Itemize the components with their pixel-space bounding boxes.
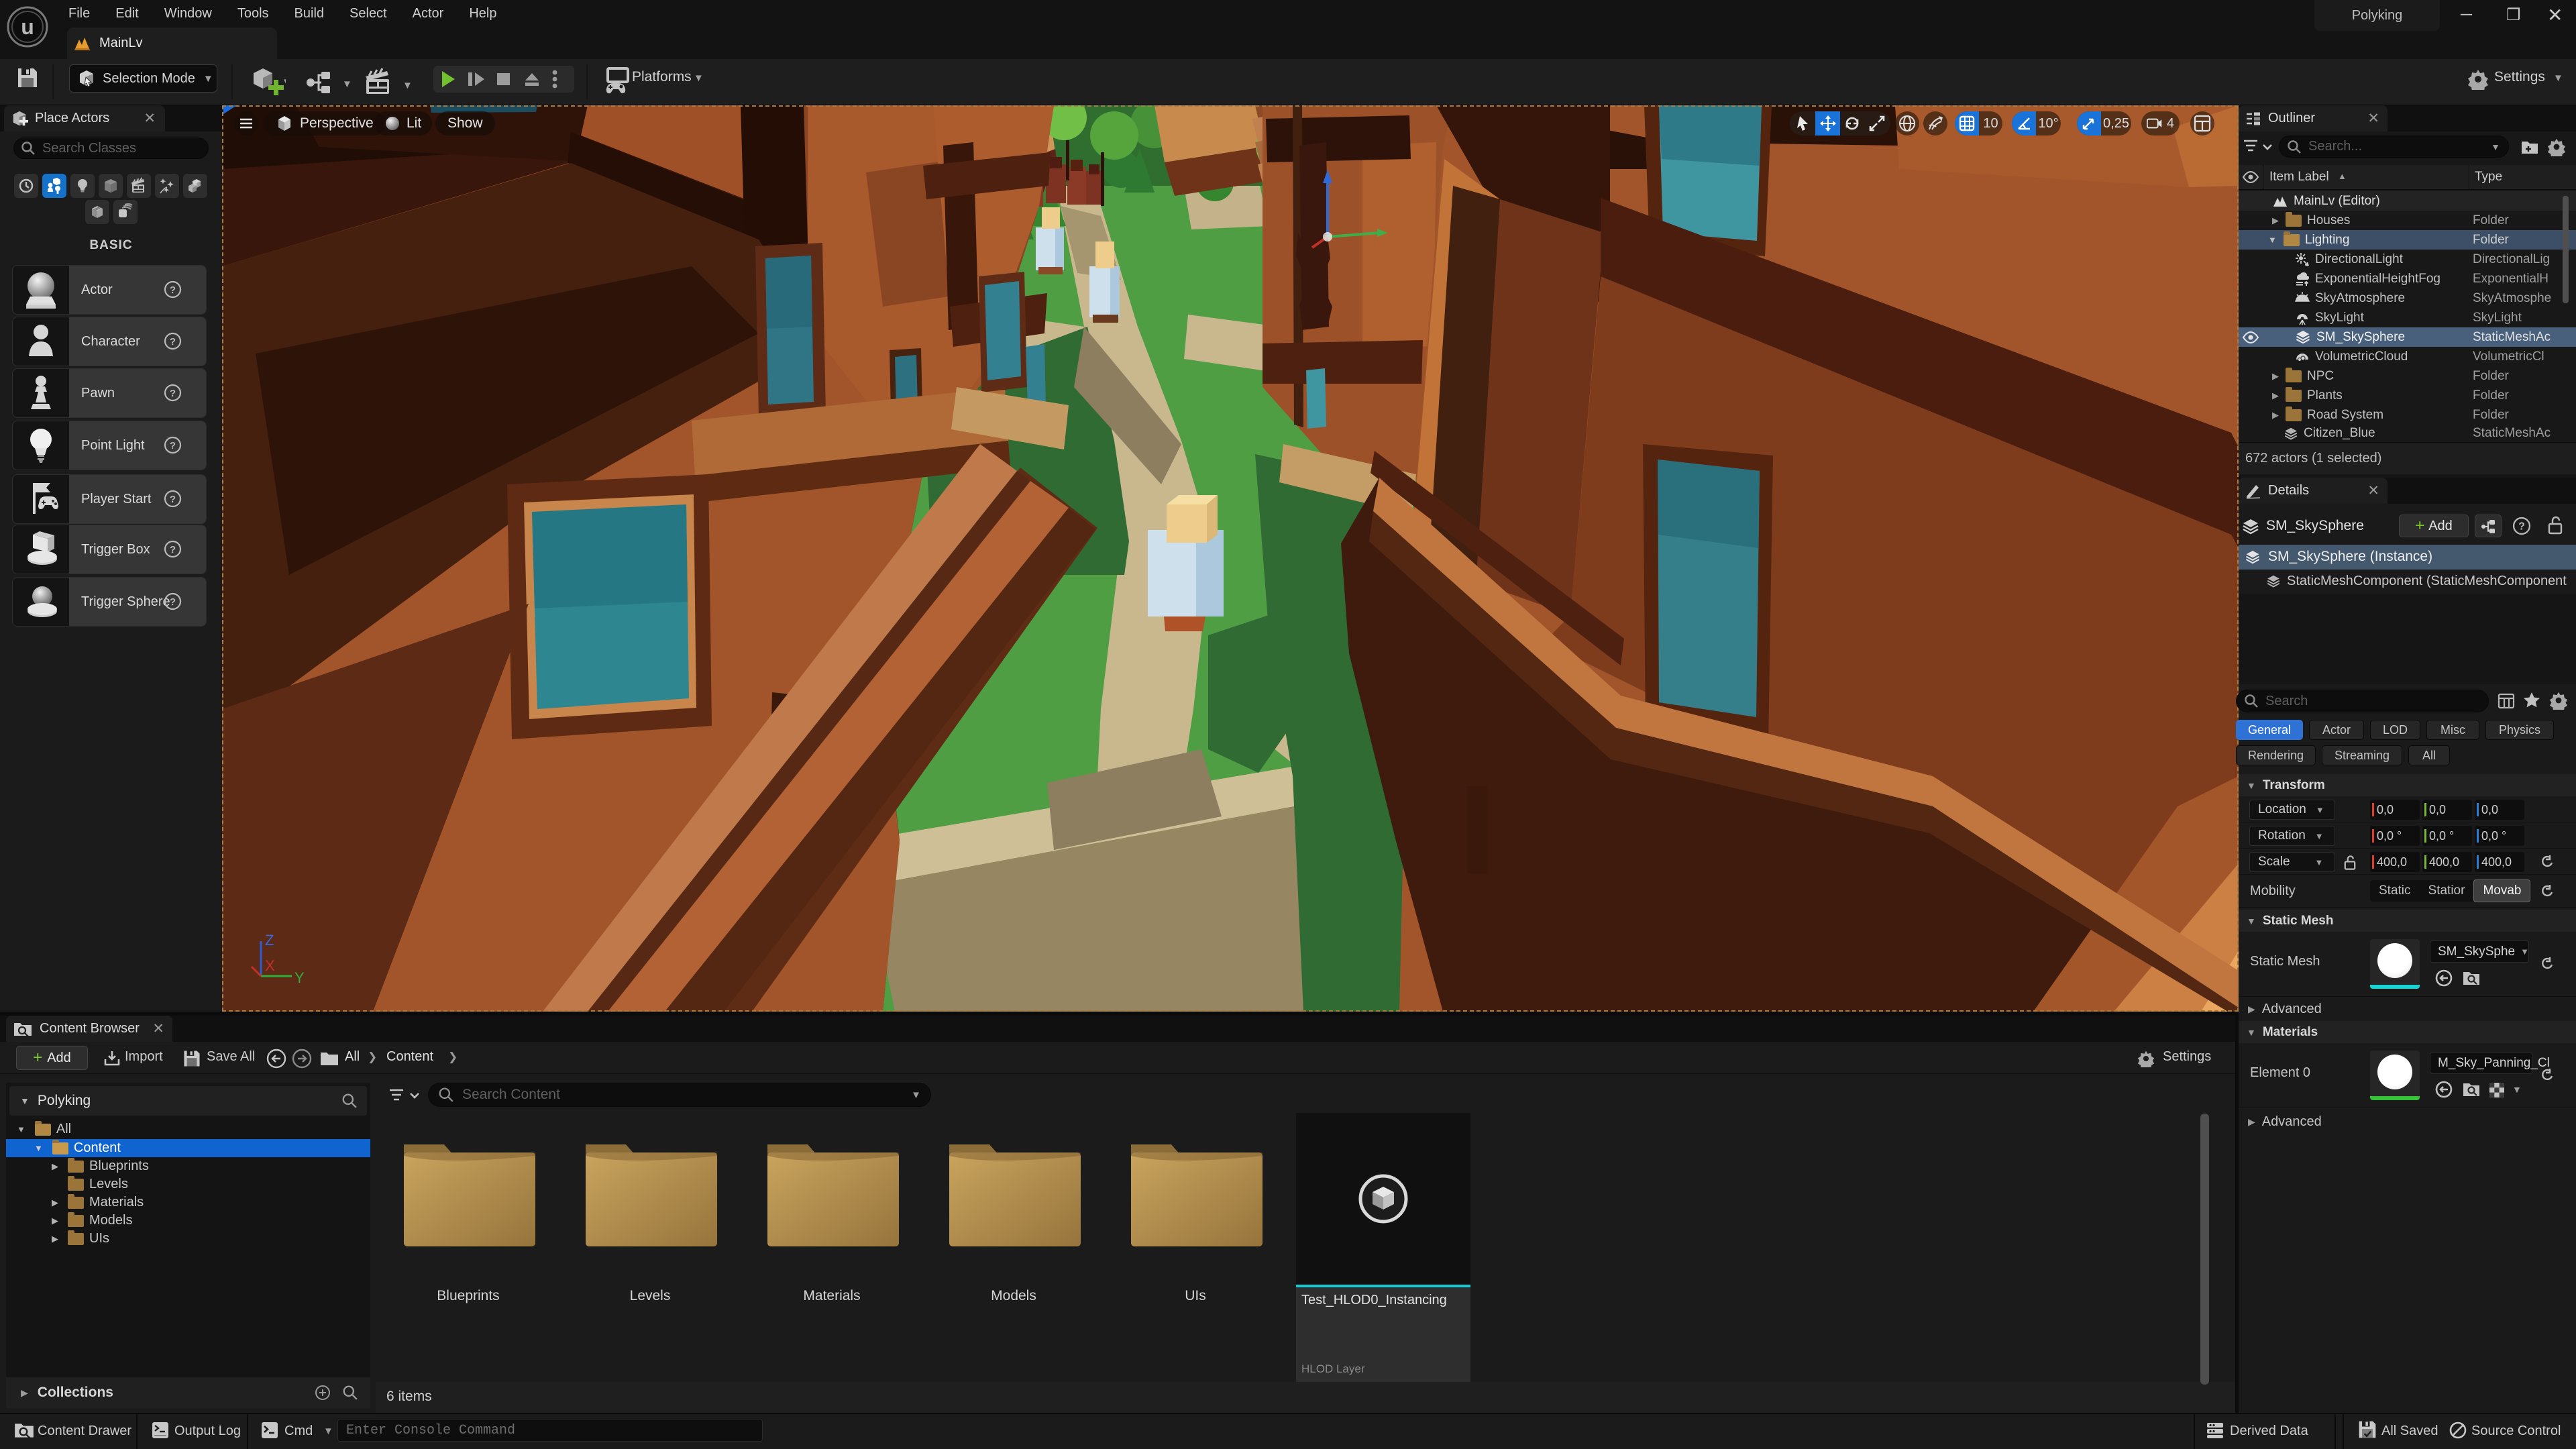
svg-text:?: ? [2518, 521, 2525, 533]
svg-text:?: ? [170, 440, 176, 451]
svg-text:▼: ▼ [282, 76, 286, 88]
svg-text:▼: ▼ [402, 80, 413, 91]
svg-text:Y: Y [294, 969, 305, 986]
svg-text:Z: Z [265, 932, 274, 949]
svg-text:?: ? [170, 284, 176, 296]
svg-text:?: ? [170, 596, 176, 608]
svg-text:?: ? [170, 336, 176, 347]
svg-text:?: ? [170, 544, 176, 555]
svg-text:X: X [265, 957, 275, 974]
svg-text:?: ? [170, 494, 176, 505]
svg-text:▼: ▼ [342, 78, 352, 90]
svg-text:u: u [21, 15, 34, 39]
svg-text:?: ? [170, 388, 176, 399]
